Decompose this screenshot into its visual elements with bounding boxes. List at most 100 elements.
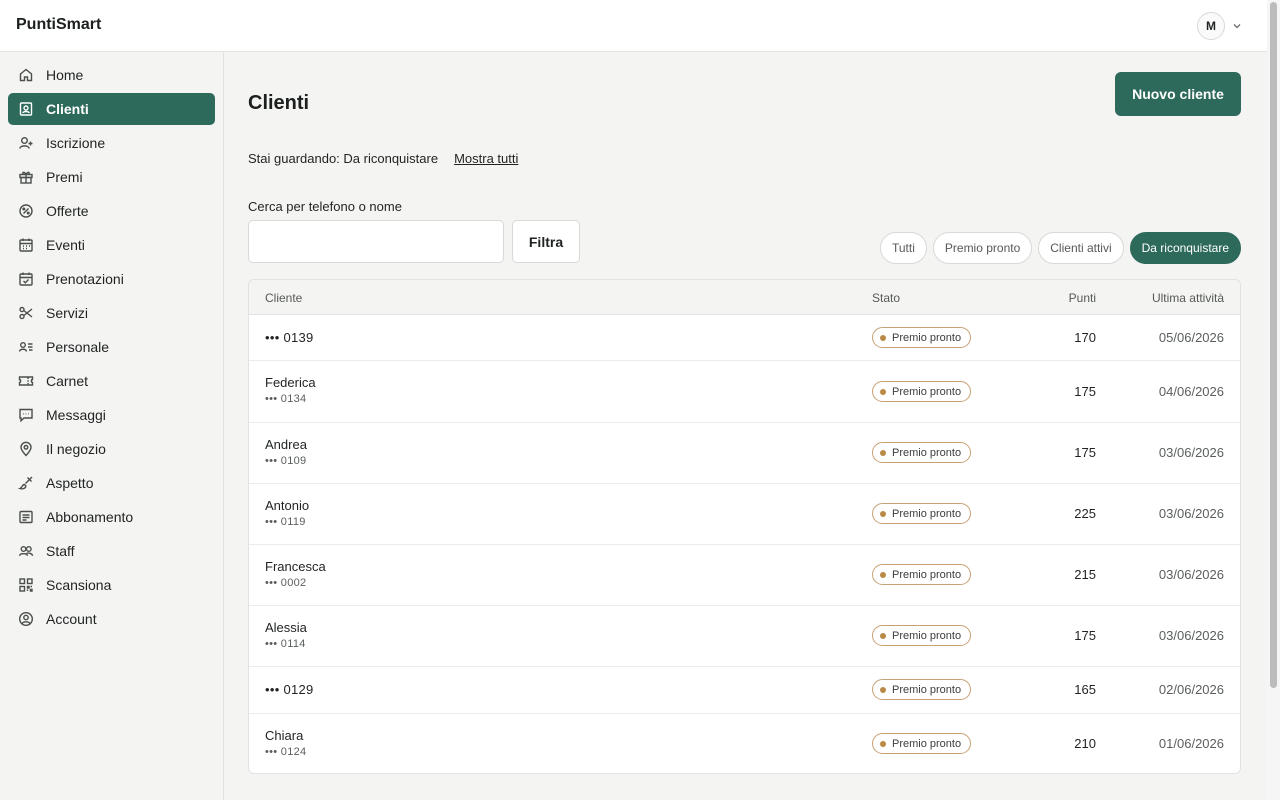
- account-icon: [18, 611, 34, 627]
- client-phone: ••• 0139: [265, 330, 314, 345]
- status-dot-icon: [880, 334, 886, 341]
- sidebar-item-il-negozio[interactable]: Il negozio: [8, 433, 215, 465]
- table-row[interactable]: Alessia ••• 0114 Premio pronto 175 03/06…: [249, 606, 1240, 667]
- sidebar-item-label: Account: [46, 611, 97, 627]
- client-last-activity: 03/06/2026: [1158, 445, 1224, 460]
- user-add-icon: [19, 137, 33, 149]
- column-header-points[interactable]: Punti: [1069, 291, 1096, 305]
- client-cell: Andrea ••• 0109: [265, 437, 307, 467]
- table-row[interactable]: Andrea ••• 0109 Premio pronto 175 03/06/…: [249, 423, 1240, 484]
- client-points: 210: [1074, 736, 1096, 751]
- status-badge: Premio pronto: [872, 381, 972, 402]
- status-label: Premio pronto: [892, 737, 962, 750]
- segment-filter: Tutti Premio pronto Clienti attivi Da ri…: [879, 232, 1241, 264]
- status-badge: Premio pronto: [872, 733, 972, 754]
- message-icon: [19, 408, 33, 423]
- status-badge: Premio pronto: [872, 327, 972, 348]
- column-header-last-activity[interactable]: Ultima attività: [1152, 291, 1224, 305]
- active-filter-note: Stai guardando: Da riconquistare Mostra …: [248, 151, 518, 166]
- client-points: 175: [1074, 445, 1096, 460]
- gift-icon: [19, 171, 33, 184]
- column-header-status[interactable]: Stato: [872, 291, 900, 305]
- sidebar-item-aspetto[interactable]: Aspetto: [8, 467, 215, 499]
- client-points: 175: [1074, 384, 1096, 399]
- client-phone: ••• 0002: [265, 577, 307, 589]
- client-cell: Chiara ••• 0124: [265, 728, 306, 758]
- table-row[interactable]: ••• 0139 Premio pronto 170 05/06/2026: [249, 315, 1240, 361]
- sidebar-item-account[interactable]: Account: [8, 603, 215, 635]
- client-points: 165: [1074, 682, 1096, 697]
- sidebar-item-label: Personale: [46, 339, 110, 355]
- table-row[interactable]: ••• 0129 Premio pronto 165 02/06/2026: [249, 667, 1240, 714]
- brush-icon: [18, 476, 33, 490]
- client-phone: ••• 0134: [265, 393, 307, 405]
- sidebar-item-servizi[interactable]: Servizi: [8, 297, 215, 329]
- sidebar-item-label: Clienti: [46, 101, 89, 117]
- chip-tutti[interactable]: Tutti: [879, 232, 927, 264]
- client-last-activity: 01/06/2026: [1158, 736, 1224, 751]
- status-badge: Premio pronto: [872, 679, 972, 700]
- sidebar-item-staff[interactable]: Staff: [8, 535, 215, 567]
- client-last-activity: 02/06/2026: [1158, 682, 1224, 697]
- sidebar-item-clienti[interactable]: Clienti: [8, 93, 215, 125]
- status-dot-icon: [880, 449, 886, 456]
- chip-clienti-attivi[interactable]: Clienti attivi: [1038, 232, 1124, 264]
- client-last-activity: 03/06/2026: [1158, 628, 1224, 643]
- sidebar-item-home[interactable]: Home: [8, 59, 215, 91]
- sidebar-item-eventi[interactable]: Eventi: [8, 229, 215, 261]
- sidebar-item-label: Eventi: [46, 237, 85, 253]
- table-row[interactable]: Federica ••• 0134 Premio pronto 175 04/0…: [249, 361, 1240, 423]
- client-phone: ••• 0129: [265, 682, 314, 697]
- sidebar-item-offerte[interactable]: Offerte: [8, 195, 215, 227]
- client-last-activity: 03/06/2026: [1158, 506, 1224, 521]
- filter-button[interactable]: Filtra: [512, 220, 580, 263]
- status-label: Premio pronto: [892, 683, 962, 696]
- new-client-button[interactable]: Nuovo cliente: [1115, 72, 1241, 116]
- client-cell: Alessia ••• 0114: [265, 620, 307, 650]
- chip-premio-pronto[interactable]: Premio pronto: [932, 232, 1033, 264]
- client-phone: ••• 0109: [265, 455, 307, 467]
- sidebar-item-carnet[interactable]: Carnet: [8, 365, 215, 397]
- sidebar-item-messaggi[interactable]: Messaggi: [8, 399, 215, 431]
- client-name: Andrea: [265, 437, 307, 452]
- status-dot-icon: [880, 388, 886, 395]
- sidebar-item-iscrizione[interactable]: Iscrizione: [8, 127, 215, 159]
- sidebar-item-label: Aspetto: [46, 475, 94, 491]
- status-dot-icon: [880, 740, 886, 747]
- chip-da-riconquistare[interactable]: Da riconquistare: [1129, 232, 1241, 264]
- status-label: Premio pronto: [892, 331, 962, 344]
- client-last-activity: 04/06/2026: [1158, 384, 1224, 399]
- client-name: Francesca: [265, 559, 326, 574]
- client-points: 170: [1074, 330, 1096, 345]
- search-input[interactable]: [248, 220, 504, 263]
- table-row[interactable]: Chiara ••• 0124 Premio pronto 210 01/06/…: [249, 714, 1240, 773]
- client-name: Federica: [265, 375, 316, 390]
- sidebar-item-prenotazioni[interactable]: Prenotazioni: [8, 263, 215, 295]
- client-points: 215: [1074, 567, 1096, 582]
- table-row[interactable]: Antonio ••• 0119 Premio pronto 225 03/06…: [249, 484, 1240, 545]
- user-menu[interactable]: M: [1197, 12, 1243, 40]
- show-all-link[interactable]: Mostra tutti: [454, 151, 518, 166]
- ticket-icon: [18, 376, 34, 386]
- status-dot-icon: [880, 510, 886, 517]
- sidebar-item-label: Iscrizione: [46, 135, 106, 151]
- sidebar-item-abbonamento[interactable]: Abbonamento: [8, 501, 215, 533]
- client-last-activity: 03/06/2026: [1158, 567, 1224, 582]
- sidebar-item-premi[interactable]: Premi: [8, 161, 215, 193]
- qr-icon: [19, 578, 33, 592]
- sidebar-item-scansiona[interactable]: Scansiona: [8, 569, 215, 601]
- chevron-down-icon[interactable]: [1231, 20, 1243, 32]
- avatar[interactable]: M: [1197, 12, 1225, 40]
- column-header-client[interactable]: Cliente: [265, 291, 302, 305]
- status-badge: Premio pronto: [872, 564, 972, 585]
- calendar-check-icon: [19, 272, 33, 286]
- sidebar-item-label: Servizi: [46, 305, 89, 321]
- brand-name[interactable]: PuntiSmart: [16, 16, 101, 34]
- client-cell: Federica ••• 0134: [265, 375, 316, 405]
- status-label: Premio pronto: [892, 507, 962, 520]
- sidebar-item-personale[interactable]: Personale: [8, 331, 215, 363]
- page-scrollbar[interactable]: [1267, 0, 1280, 800]
- sidebar-item-label: Offerte: [46, 203, 89, 219]
- table-row[interactable]: Francesca ••• 0002 Premio pronto 215 03/…: [249, 545, 1240, 606]
- scrollbar-thumb[interactable]: [1270, 2, 1277, 688]
